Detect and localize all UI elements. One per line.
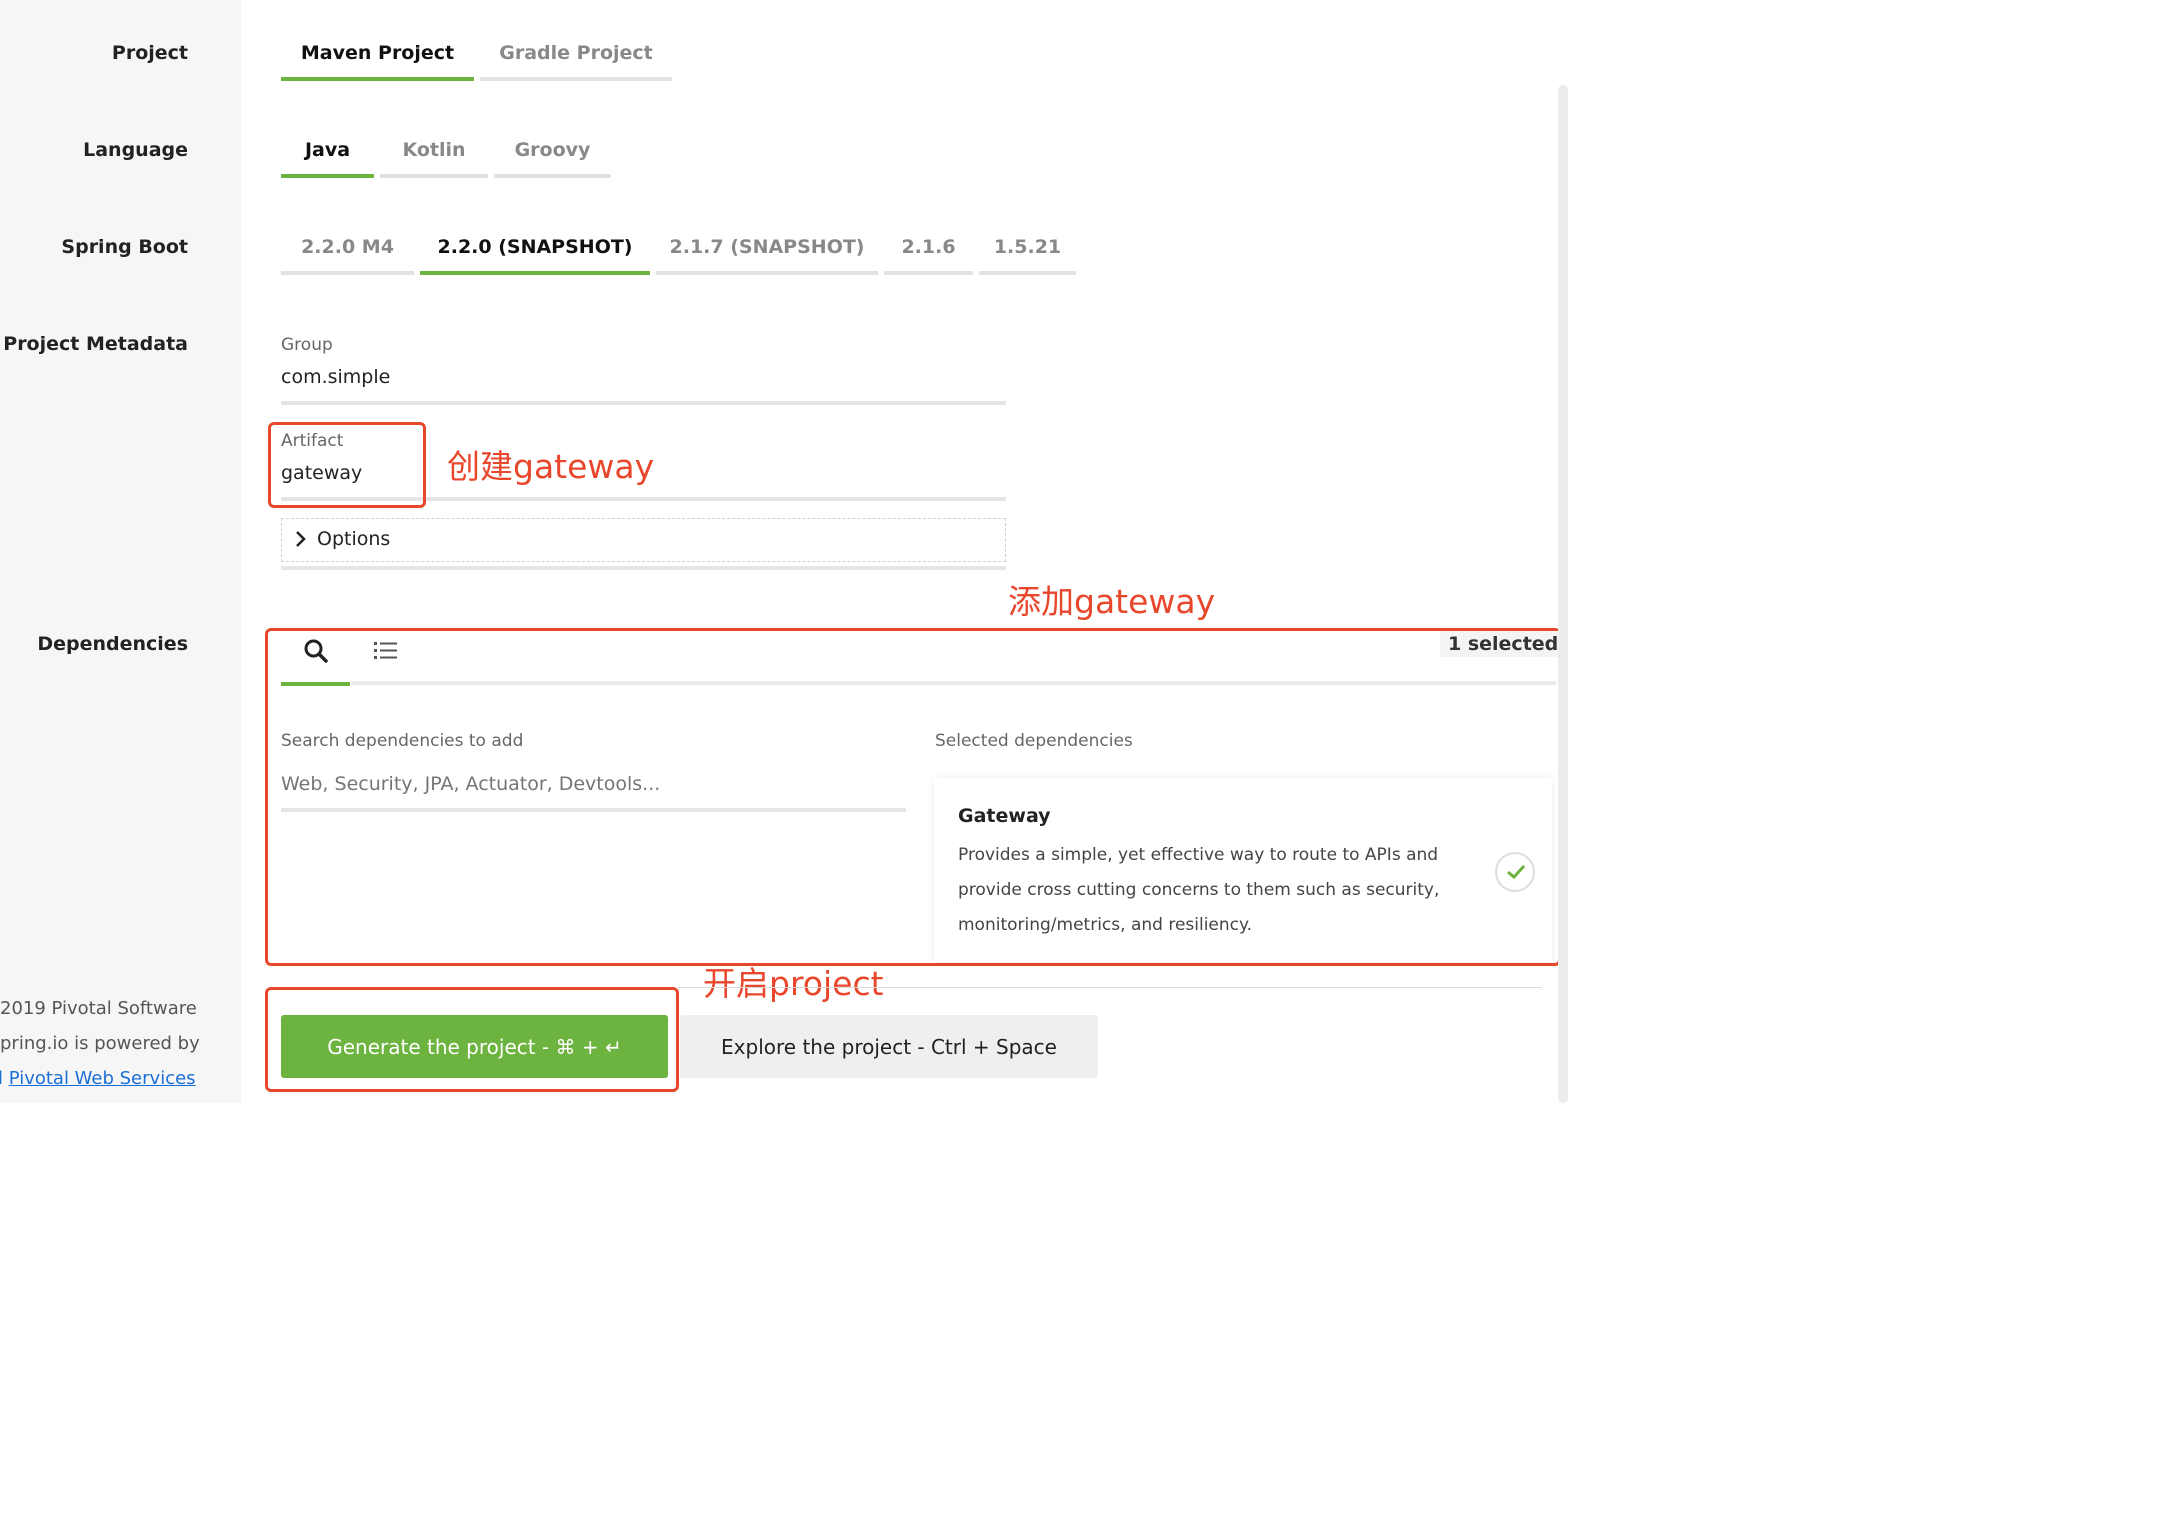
tab-maven-project[interactable]: Maven Project: [281, 37, 474, 81]
search-underline: [281, 808, 906, 812]
open-project-annotation: 开启project: [703, 964, 884, 1003]
tab-boot-2-1-7-snapshot[interactable]: 2.1.7 (SNAPSHOT): [656, 231, 878, 275]
search-dependencies-input[interactable]: [281, 773, 901, 795]
dependency-name: Gateway: [958, 805, 1051, 827]
group-underline: [281, 401, 1006, 405]
footer-link-prefix: l: [0, 1068, 4, 1089]
artifact-annotation-box: [268, 422, 426, 508]
search-icon: [304, 639, 328, 663]
footer-powered-by: pring.io is powered by: [0, 1033, 200, 1054]
project-row-label: Project: [111, 42, 188, 64]
tab-java[interactable]: Java: [281, 134, 374, 178]
selected-count-badge: 1 selected: [1440, 631, 1567, 657]
spring-boot-row-label: Spring Boot: [61, 236, 188, 258]
search-dependencies-label: Search dependencies to add: [281, 731, 524, 751]
language-tabs: Java Kotlin Groovy: [281, 134, 611, 178]
options-expander[interactable]: Options: [281, 518, 1006, 562]
generate-project-button[interactable]: Generate the project - ⌘ + ↵: [281, 1015, 668, 1078]
selected-dependencies-label: Selected dependencies: [935, 731, 1133, 751]
chevron-right-icon: [296, 531, 306, 547]
scrollbar[interactable]: [1558, 85, 1568, 1103]
tab-boot-2-2-0-snapshot[interactable]: 2.2.0 (SNAPSHOT): [420, 231, 650, 275]
pivotal-web-services-link[interactable]: Pivotal Web Services: [9, 1068, 196, 1089]
dependency-tabs-underline: [351, 681, 1556, 685]
options-label: Options: [317, 528, 391, 550]
tab-search-dependencies[interactable]: [281, 632, 350, 686]
add-gateway-annotation: 添加gateway: [1008, 582, 1216, 621]
dependency-card-gateway[interactable]: Gateway Provides a simple, yet effective…: [934, 778, 1552, 962]
language-row-label: Language: [83, 139, 188, 161]
list-icon: [374, 642, 397, 659]
tab-gradle-project[interactable]: Gradle Project: [480, 37, 672, 81]
dependency-description: Provides a simple, yet effective way to …: [958, 845, 1440, 935]
group-input[interactable]: [281, 366, 1001, 388]
tab-boot-1-5-21[interactable]: 1.5.21: [979, 231, 1076, 275]
tab-boot-2-1-6[interactable]: 2.1.6: [884, 231, 973, 275]
group-label: Group: [281, 335, 333, 355]
check-icon: [1507, 864, 1526, 880]
create-gateway-annotation: 创建gateway: [447, 447, 655, 486]
project-metadata-row-label: Project Metadata: [3, 333, 188, 355]
project-type-tabs: Maven Project Gradle Project: [281, 37, 672, 81]
dependencies-row-label: Dependencies: [37, 633, 188, 655]
explore-project-button[interactable]: Explore the project - Ctrl + Space: [680, 1015, 1098, 1078]
options-underline: [281, 566, 1006, 570]
tab-list-dependencies[interactable]: [352, 632, 421, 682]
tab-boot-2-2-0-m4[interactable]: 2.2.0 M4: [281, 231, 414, 275]
tab-kotlin[interactable]: Kotlin: [380, 134, 488, 178]
spring-boot-version-tabs: 2.2.0 M4 2.2.0 (SNAPSHOT) 2.1.7 (SNAPSHO…: [281, 231, 1076, 275]
sidebar-panel: [0, 0, 241, 1103]
footer-link-area: l Pivotal Web Services: [0, 1068, 196, 1089]
actions-divider: [678, 987, 1542, 988]
remove-dependency-button[interactable]: [1495, 852, 1535, 892]
footer-copyright: 2019 Pivotal Software: [0, 998, 197, 1019]
tab-groovy[interactable]: Groovy: [494, 134, 611, 178]
